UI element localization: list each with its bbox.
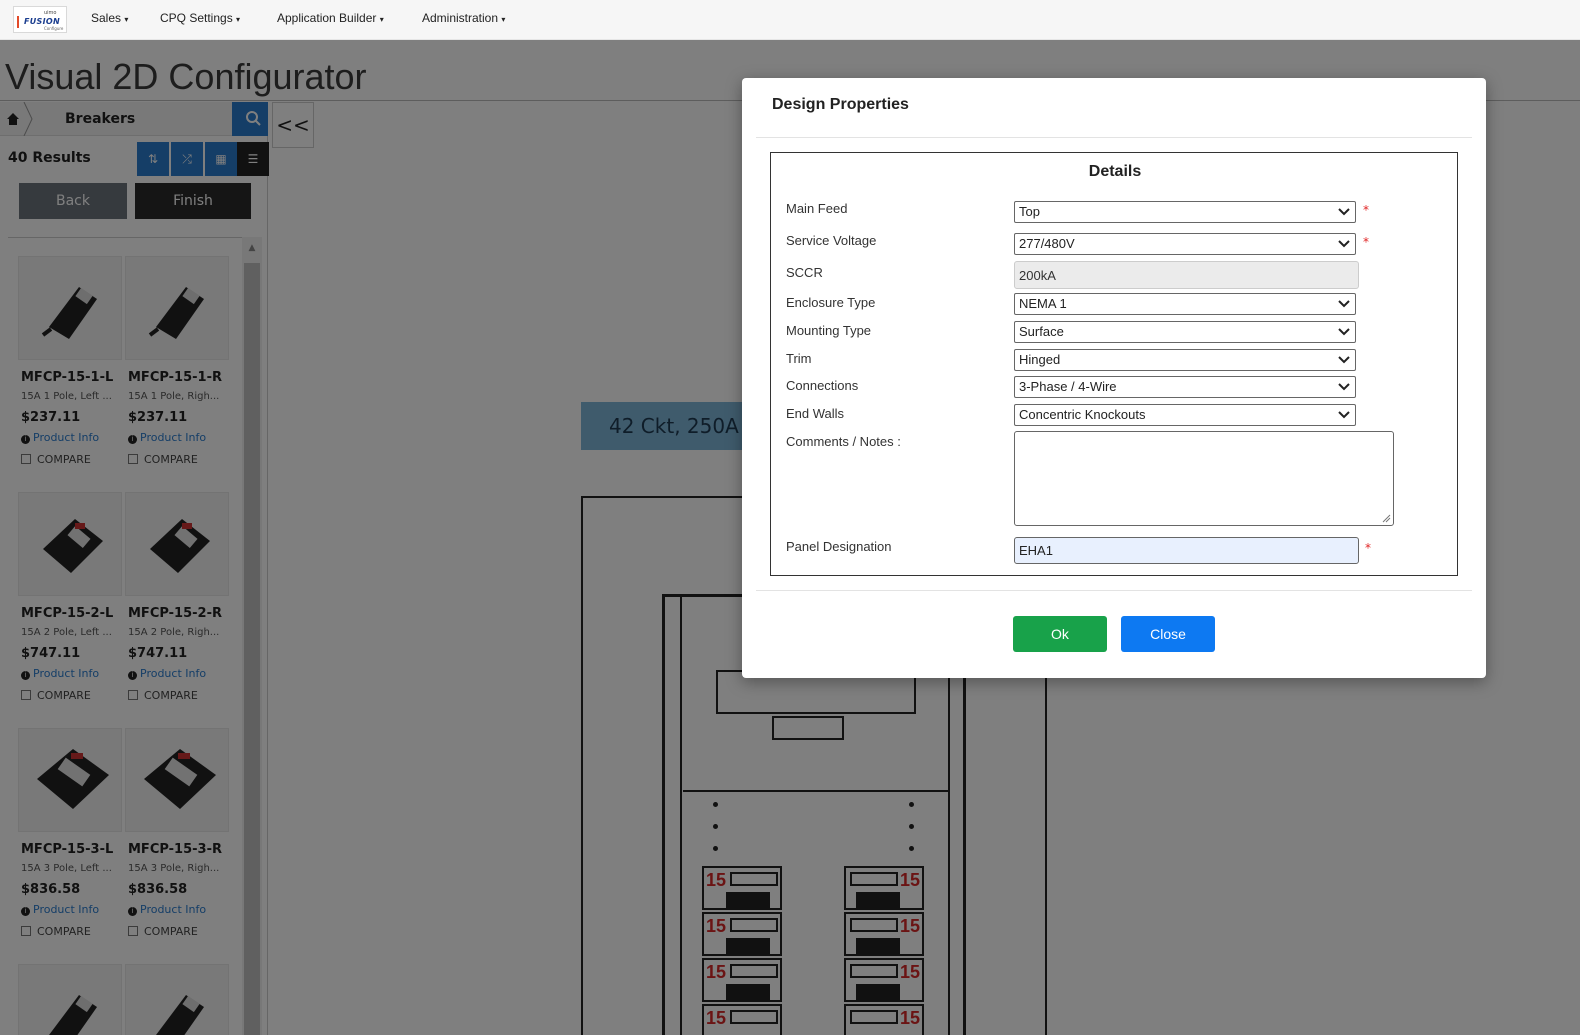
caret-down-icon: ▾ — [236, 15, 241, 24]
service-voltage-label: Service Voltage — [786, 233, 877, 248]
nav-application-builder-label: Application Builder — [277, 11, 377, 25]
chevron-down-icon — [1338, 300, 1350, 308]
main-feed-label: Main Feed — [786, 201, 848, 216]
chevron-down-icon — [1338, 411, 1350, 419]
logo-text: FUSION — [24, 17, 60, 26]
details-section: Details Main Feed Top * Service Voltage … — [770, 152, 1458, 576]
modal-title: Design Properties — [772, 96, 909, 113]
nav-sales[interactable]: Sales ▾ — [91, 11, 128, 25]
logo-top-text: uimo — [44, 10, 57, 16]
sccr-field: 200kA — [1014, 261, 1359, 289]
caret-down-icon: ▾ — [379, 15, 384, 24]
mounting-type-select[interactable]: Surface — [1014, 321, 1356, 343]
chevron-down-icon — [1338, 208, 1350, 216]
modal-footer-divider — [756, 590, 1472, 591]
required-marker: * — [1363, 235, 1369, 249]
panel-designation-label: Panel Designation — [786, 539, 892, 554]
ok-button[interactable]: Ok — [1013, 616, 1107, 652]
main-feed-select[interactable]: Top — [1014, 201, 1356, 223]
nav-sales-label: Sales — [91, 11, 122, 25]
trim-select[interactable]: Hinged — [1014, 349, 1356, 371]
chevron-down-icon — [1338, 356, 1350, 364]
chevron-down-icon — [1338, 240, 1350, 248]
enclosure-type-select[interactable]: NEMA 1 — [1014, 293, 1356, 315]
nav-administration-label: Administration — [422, 11, 499, 25]
close-button[interactable]: Close — [1121, 616, 1215, 652]
connections-label: Connections — [786, 378, 859, 393]
service-voltage-select[interactable]: 277/480V — [1014, 233, 1356, 255]
logo-mark-icon — [17, 16, 23, 28]
design-properties-modal: Design Properties Details Main Feed Top … — [742, 78, 1486, 678]
service-voltage-value: 277/480V — [1019, 236, 1075, 251]
mounting-type-value: Surface — [1019, 324, 1064, 339]
sccr-label: SCCR — [786, 265, 823, 280]
caret-down-icon: ▾ — [124, 15, 129, 24]
required-marker: * — [1365, 541, 1371, 555]
end-walls-value: Concentric Knockouts — [1019, 407, 1146, 422]
resize-handle-icon[interactable] — [1381, 513, 1391, 523]
mounting-type-label: Mounting Type — [786, 323, 872, 338]
logo-sub-text: Configure — [44, 26, 64, 31]
details-title: Details — [1088, 163, 1142, 180]
connections-select[interactable]: 3-Phase / 4-Wire — [1014, 376, 1356, 398]
connections-value: 3-Phase / 4-Wire — [1019, 379, 1117, 394]
nav-administration[interactable]: Administration ▾ — [422, 11, 505, 25]
nav-cpq-settings-label: CPQ Settings — [160, 11, 233, 25]
required-marker: * — [1363, 203, 1369, 217]
chevron-down-icon — [1338, 328, 1350, 336]
comments-label: Comments / Notes : — [786, 434, 901, 449]
trim-value: Hinged — [1019, 352, 1061, 367]
top-navbar: uimo FUSION Configure Sales ▾ CPQ Settin… — [0, 0, 1580, 40]
end-walls-select[interactable]: Concentric Knockouts — [1014, 404, 1356, 426]
nav-application-builder[interactable]: Application Builder ▾ — [277, 11, 384, 25]
main-feed-value: Top — [1019, 204, 1040, 219]
enclosure-type-value: NEMA 1 — [1019, 296, 1067, 311]
nav-cpq-settings[interactable]: CPQ Settings ▾ — [160, 11, 240, 25]
trim-label: Trim — [786, 351, 812, 366]
panel-designation-input[interactable]: EHA1 — [1014, 537, 1359, 564]
end-walls-label: End Walls — [786, 406, 845, 421]
fusion-logo[interactable]: uimo FUSION Configure — [13, 6, 67, 33]
chevron-down-icon — [1338, 383, 1350, 391]
modal-header-divider — [756, 137, 1472, 138]
enclosure-type-label: Enclosure Type — [786, 295, 876, 310]
comments-textarea[interactable] — [1014, 431, 1394, 526]
caret-down-icon: ▾ — [501, 15, 506, 24]
